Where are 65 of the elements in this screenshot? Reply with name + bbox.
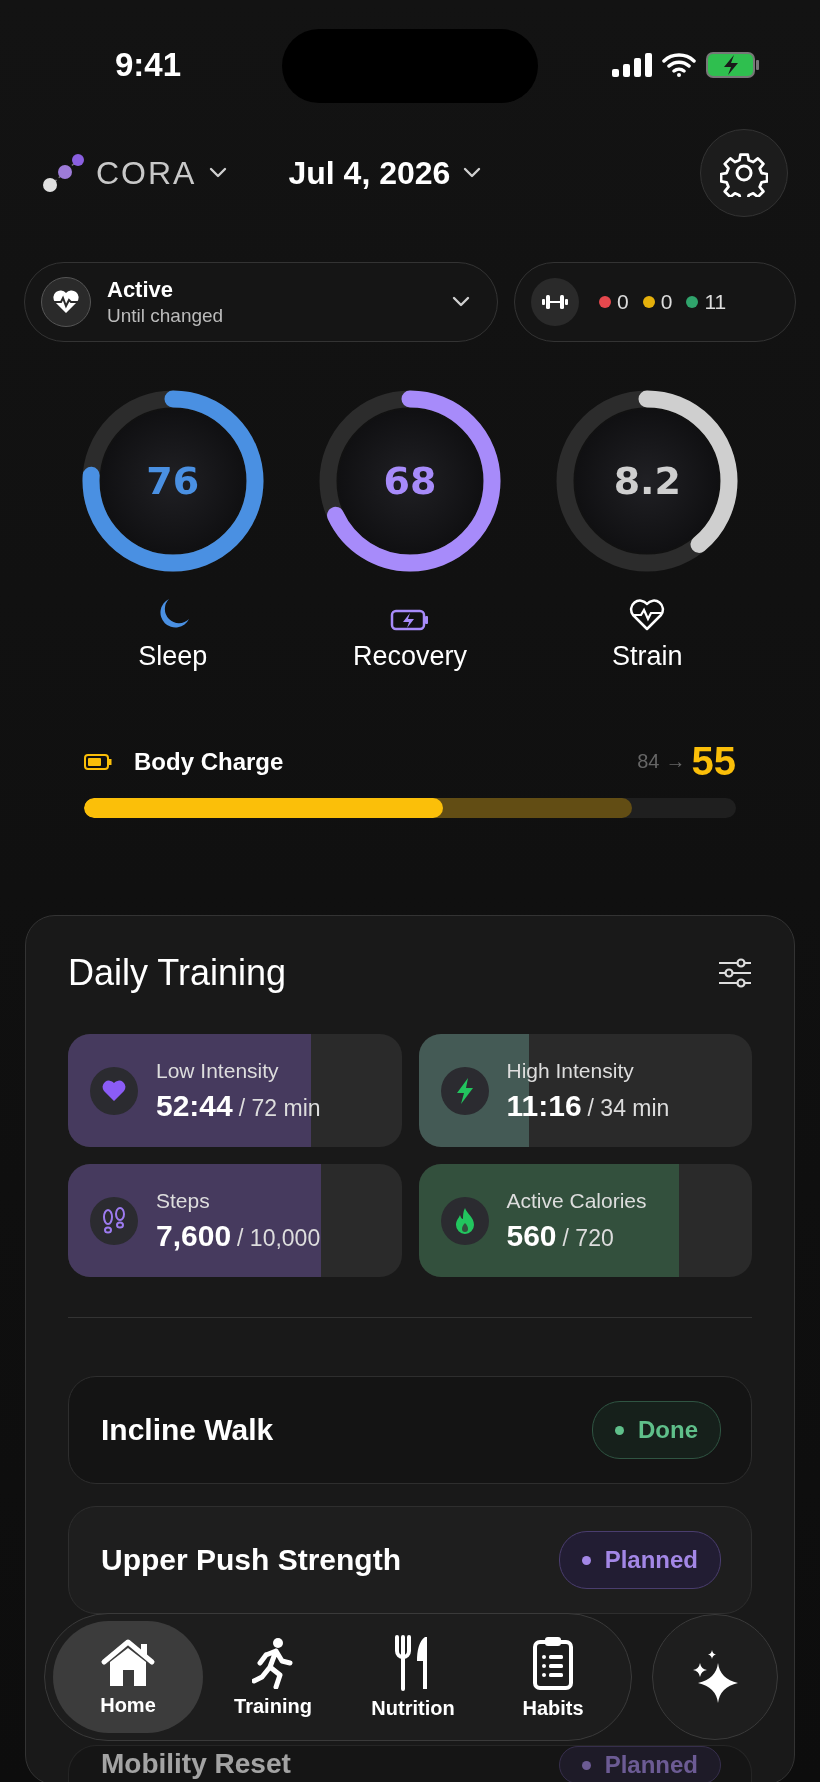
wifi-icon [662,53,696,77]
tab-item[interactable]: Training [203,1621,343,1733]
body-charge-label: Body Charge [134,747,285,776]
start-value: 84 [637,750,660,773]
status-badge: Done [592,1401,721,1459]
tab-item[interactable]: Home [53,1621,203,1733]
metric-value: 11:16 [506,1088,582,1122]
workout-row[interactable]: Incline Walk Done [68,1376,752,1484]
chevron-down-icon [451,296,471,308]
clipboard-list-icon [532,1634,574,1691]
profile-selector[interactable]: CORA [96,154,229,192]
chevron-down-icon [208,167,229,179]
mode-subtitle: Until changed [107,305,225,327]
battery-charging-icon [706,52,760,78]
body-charge-value: 55 [691,739,736,784]
running-person-icon [252,1636,294,1689]
workout-row[interactable]: Mobility Reset Planned [68,1745,752,1782]
mode-selector[interactable]: Active Until changed [24,262,498,342]
card-title: Daily Training [68,952,287,994]
lightning-icon [454,1076,475,1105]
heart-pulse-icon [52,289,80,315]
heart-pulse-icon [629,599,666,631]
metric-target: / 720 [562,1224,614,1251]
battery-icon [84,753,112,770]
status-time: 9:41 [115,46,182,84]
count-value: 0 [660,290,673,314]
workout-name: Mobility Reset [101,1747,291,1781]
heart-icon [102,1079,126,1102]
score-label: Recovery [352,641,467,672]
battery-charging-icon [390,609,430,631]
score-value: 68 [383,459,437,503]
house-icon [99,1637,157,1688]
dumbbell-icon [542,294,568,310]
score-label: Strain [612,641,683,672]
metric-label: Active Calories [506,1188,647,1213]
signal-icon [612,53,652,77]
sliders-icon[interactable] [718,958,752,988]
workout-row[interactable]: Upper Push Strength Planned [68,1506,752,1614]
count-value: 0 [617,290,629,314]
metric-label: Low Intensity [156,1058,280,1083]
metric-label: Steps [156,1188,211,1213]
workout-name: Incline Walk [101,1413,274,1447]
status-badge: Planned [558,1531,721,1589]
footprints-icon [100,1206,128,1235]
score-label: Sleep [138,641,208,672]
metric-target: / 10,000 [237,1224,321,1251]
date-selector[interactable]: Jul 4, 2026 [288,154,483,192]
metric-target: / 72 min [238,1094,321,1121]
score-value: 8.2 [613,459,681,503]
score-value: 76 [146,459,200,503]
tab-item[interactable]: Nutrition [343,1621,483,1733]
status-badge: Planned [558,1746,721,1782]
count-value: 11 [704,290,727,314]
tab-item[interactable]: Habits [483,1621,623,1733]
metric-label: High Intensity [506,1058,635,1083]
metric-value: 7,600 [156,1218,232,1252]
arrow-glyph: → [665,750,686,773]
flame-icon [453,1206,476,1235]
metric-value: 560 [506,1218,557,1252]
chevron-down-icon [462,167,483,179]
metric-value: 52:44 [156,1088,233,1122]
mode-title: Active [107,277,175,303]
workout-name: Upper Push Strength [101,1543,401,1577]
metric-target: / 34 min [587,1094,670,1121]
logo-icon [42,153,84,193]
